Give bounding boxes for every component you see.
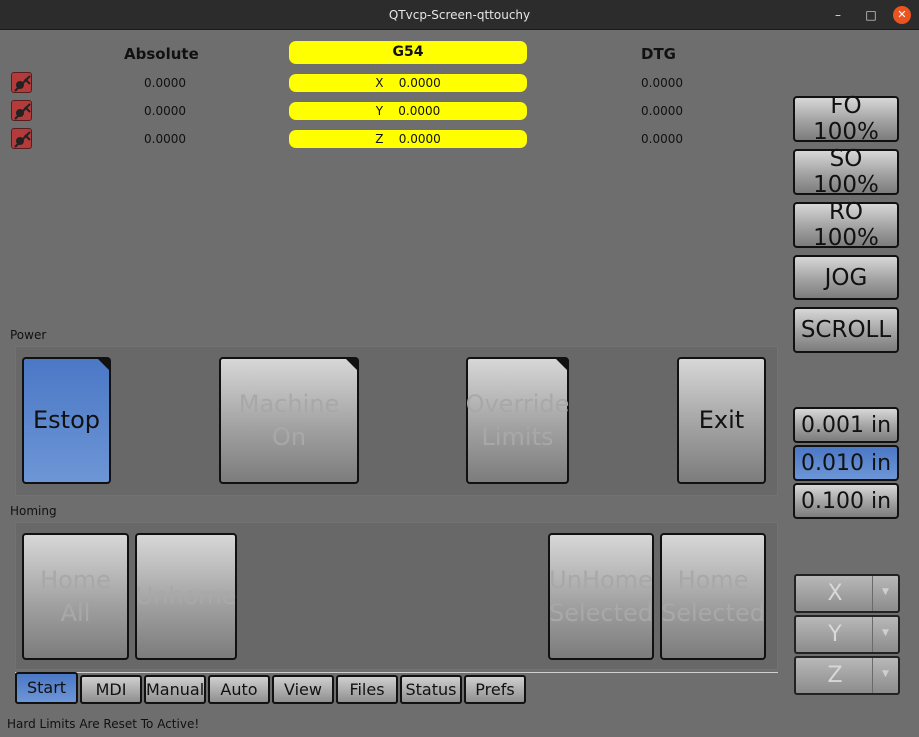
axis-select-z[interactable]: Z ▼ (794, 656, 900, 695)
estop-button[interactable]: Estop (22, 357, 111, 484)
machine-on-button[interactable]: Machine On (219, 357, 359, 484)
absolute-value-x: 0.0000 (144, 76, 186, 90)
increment-0-010-button[interactable]: 0.010 in (793, 445, 899, 481)
not-homed-icon (11, 128, 32, 149)
corner-marker-icon (97, 358, 110, 371)
spindle-override-button[interactable]: SO 100% (793, 146, 899, 198)
absolute-value-z: 0.0000 (144, 132, 186, 146)
scroll-button[interactable]: SCROLL (793, 307, 899, 353)
relative-dro-x: X 0.0000 (289, 74, 527, 92)
tab-status[interactable]: Status (400, 675, 462, 704)
work-offset-display: G54 (289, 41, 527, 64)
jog-button[interactable]: JOG (793, 255, 899, 300)
chevron-down-icon[interactable]: ▼ (872, 617, 898, 652)
relative-dro-y: Y 0.0000 (289, 102, 527, 120)
home-selected-button[interactable]: Home Selected (660, 533, 766, 660)
not-homed-icon (11, 72, 32, 93)
tab-prefs[interactable]: Prefs (464, 675, 526, 704)
exit-label: Exit (698, 406, 745, 434)
axis-label-y: Y (375, 104, 384, 118)
window-title: QTvcp-Screen-qttouchy (388, 8, 531, 22)
axis-select-z-label: Z (827, 663, 843, 688)
chevron-down-icon[interactable]: ▼ (872, 658, 898, 693)
tab-view[interactable]: View (272, 675, 334, 704)
rapid-override-button[interactable]: RO 100% (793, 199, 899, 251)
absolute-header: Absolute (124, 45, 199, 63)
axis-select-x-label: X (827, 581, 843, 606)
tab-bar-divider (15, 672, 778, 673)
override-limits-label: Override Limits (465, 389, 570, 451)
increment-0-100-button[interactable]: 0.100 in (793, 483, 899, 519)
tab-manual[interactable]: Manual (144, 675, 206, 704)
override-limits-button[interactable]: Override Limits (466, 357, 569, 484)
power-group-label: Power (10, 328, 47, 342)
unhome-selected-button[interactable]: UnHome Selected (548, 533, 654, 660)
absolute-value-y: 0.0000 (144, 104, 186, 118)
axis-label-x: X (375, 76, 384, 90)
dtg-value-x: 0.0000 (641, 76, 683, 90)
close-icon[interactable]: ✕ (893, 6, 911, 24)
relative-value-y: 0.0000 (398, 104, 441, 118)
relative-dro-z: Z 0.0000 (289, 130, 527, 148)
exit-button[interactable]: Exit (677, 357, 766, 484)
unhome-selected-label: UnHome Selected (548, 565, 654, 627)
home-selected-label: Home Selected (660, 565, 766, 627)
window-titlebar: QTvcp-Screen-qttouchy – □ ✕ (0, 0, 919, 30)
main-content: Absolute G54 DTG 0.0000 X 0.0000 0.0000 … (0, 30, 919, 737)
unhome-button[interactable]: Unhome (135, 533, 237, 660)
not-homed-icon (11, 100, 32, 121)
tab-start[interactable]: Start (15, 672, 78, 704)
relative-value-z: 0.0000 (398, 132, 441, 146)
tab-files[interactable]: Files (336, 675, 398, 704)
unhome-label: Unhome (135, 582, 237, 610)
homing-group-label: Homing (10, 504, 57, 518)
power-group-frame (15, 346, 778, 496)
minimize-icon[interactable]: – (829, 6, 847, 24)
machine-on-label: Machine On (238, 389, 340, 451)
axis-select-y-label: Y (828, 622, 842, 647)
axis-label-z: Z (375, 132, 384, 146)
feed-override-button[interactable]: FO 100% (793, 93, 899, 145)
tab-mdi[interactable]: MDI (80, 675, 142, 704)
axis-select-x[interactable]: X ▼ (794, 574, 900, 613)
relative-value-x: 0.0000 (398, 76, 441, 90)
home-all-button[interactable]: Home All (22, 533, 129, 660)
estop-label: Estop (33, 406, 100, 434)
maximize-icon[interactable]: □ (862, 6, 880, 24)
increment-0-001-button[interactable]: 0.001 in (793, 407, 899, 443)
chevron-down-icon[interactable]: ▼ (872, 576, 898, 611)
corner-marker-icon (555, 358, 568, 371)
corner-marker-icon (345, 358, 358, 371)
dtg-value-y: 0.0000 (641, 104, 683, 118)
dtg-value-z: 0.0000 (641, 132, 683, 146)
home-all-label: Home All (40, 565, 111, 627)
tab-auto[interactable]: Auto (208, 675, 270, 704)
axis-select-y[interactable]: Y ▼ (794, 615, 900, 654)
dtg-header: DTG (641, 45, 676, 63)
status-message: Hard Limits Are Reset To Active! (7, 717, 200, 731)
